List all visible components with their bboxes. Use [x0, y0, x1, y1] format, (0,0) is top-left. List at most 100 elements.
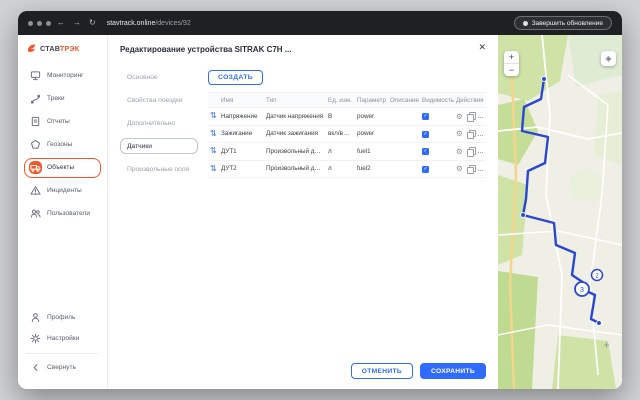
sensor-name: ДУТ1	[219, 143, 264, 161]
sidebar-item-reports[interactable]: Отчеты	[24, 112, 101, 132]
visibility-checkbox[interactable]	[422, 113, 429, 120]
map-canvas[interactable]: 2 3	[498, 35, 622, 389]
create-button[interactable]: СОЗДАТЬ	[208, 70, 263, 85]
col-actions: Действия	[454, 93, 486, 108]
route-point-marker	[597, 321, 602, 326]
refresh-icon[interactable]: ↻	[87, 19, 98, 27]
monitoring-icon	[29, 69, 42, 82]
sidebar-item-profile[interactable]: Профиль	[24, 307, 101, 327]
layers-icon: ◈	[605, 54, 611, 63]
drag-handle-icon[interactable]: ⇅	[210, 164, 217, 173]
sidebar-item-users[interactable]: Пользователи	[24, 204, 101, 224]
table-row[interactable]: ⇅ ДУТ2 Произвольный датчик л fuel2 ⚙	[208, 160, 486, 178]
logo[interactable]: СТАВТРЭК	[24, 43, 101, 64]
window-close-icon[interactable]	[28, 21, 33, 26]
visibility-checkbox[interactable]	[422, 166, 429, 173]
window-minimize-icon[interactable]	[37, 21, 42, 26]
tab-trip-properties[interactable]: Свойства поездки	[120, 92, 198, 108]
svg-text:3: 3	[580, 287, 584, 294]
col-unit: Ед. изм.	[326, 93, 355, 108]
col-description: Описание	[388, 93, 420, 108]
sensor-description	[388, 160, 420, 178]
copy-icon[interactable]	[467, 112, 474, 120]
sidebar-item-objects[interactable]: Объекты	[24, 158, 101, 178]
tab-additional[interactable]: Дополнительно	[120, 115, 198, 131]
col-drag	[208, 93, 219, 108]
visibility-checkbox[interactable]	[422, 148, 429, 155]
sensor-description	[388, 143, 420, 161]
browser-bar: ← → ↻ stavtrack.online/devices/92 Заверш…	[18, 11, 622, 35]
sidebar-item-settings[interactable]: Настройки	[24, 329, 101, 349]
drag-handle-icon[interactable]: ⇅	[210, 111, 217, 120]
address-bar[interactable]: stavtrack.online/devices/92	[107, 20, 191, 27]
window-maximize-icon[interactable]	[46, 21, 51, 26]
visibility-checkbox[interactable]	[422, 131, 429, 138]
sensor-param: power	[355, 108, 388, 126]
zoom-in-button[interactable]: +	[504, 51, 519, 64]
sensor-settings-icon[interactable]: ⚙	[456, 130, 463, 138]
zoom-control: + −	[504, 51, 519, 76]
zoom-out-button[interactable]: −	[504, 64, 519, 76]
route-start-marker	[542, 77, 547, 82]
tracks-icon	[29, 92, 42, 105]
sensor-unit: л	[326, 143, 355, 161]
modal-title: Редактирование устройства SITRAK C7H ...	[120, 45, 486, 54]
sensor-unit: вкл/выкл	[326, 125, 355, 143]
sensor-settings-icon[interactable]: ⚙	[456, 148, 463, 156]
sidebar-item-tracks[interactable]: Треки	[24, 89, 101, 109]
sidebar-item-monitoring[interactable]: Мониторинг	[24, 66, 101, 86]
browser-window: ← → ↻ stavtrack.online/devices/92 Заверш…	[18, 11, 622, 389]
drag-handle-icon[interactable]: ⇅	[210, 129, 217, 138]
copy-icon[interactable]	[467, 147, 474, 155]
cancel-button[interactable]: ОТМЕНИТЬ	[351, 363, 413, 379]
brand-icon	[26, 43, 37, 54]
sensor-unit: л	[326, 160, 355, 178]
objects-icon	[29, 161, 42, 174]
col-name: Имя	[219, 93, 264, 108]
device-edit-modal: Редактирование устройства SITRAK C7H ...…	[108, 35, 498, 389]
copy-icon[interactable]	[467, 130, 474, 138]
tab-general[interactable]: Основное	[120, 69, 198, 85]
table-header-row: Имя Тип Ед. изм. Параметр Описание Видим…	[208, 93, 486, 108]
sensor-settings-icon[interactable]: ⚙	[456, 165, 463, 173]
back-icon[interactable]: ←	[55, 19, 67, 27]
tab-custom-fields[interactable]: Произвольные поля	[120, 161, 198, 177]
close-icon[interactable]: ✕	[478, 43, 486, 52]
table-row[interactable]: ⇅ ДУТ1 Произвольный датчик л fuel1 ⚙	[208, 143, 486, 161]
sidebar-divider	[26, 353, 99, 354]
col-param: Параметр	[355, 93, 388, 108]
drag-handle-icon[interactable]: ⇅	[210, 146, 217, 155]
collapse-icon	[29, 361, 42, 374]
col-type: Тип	[264, 93, 326, 108]
finish-update-label: Завершить обновление	[532, 20, 603, 27]
sensor-param: fuel2	[355, 160, 388, 178]
sensor-type: Произвольный датчик	[264, 160, 326, 178]
sensor-param: power	[355, 125, 388, 143]
tab-sensors[interactable]: Датчики	[120, 138, 198, 154]
incidents-icon	[29, 184, 42, 197]
sensor-description	[388, 108, 420, 126]
sensor-name: ДУТ2	[219, 160, 264, 178]
settings-icon	[29, 332, 42, 345]
sensor-unit: В	[326, 108, 355, 126]
save-button[interactable]: СОХРАНИТЬ	[420, 363, 486, 379]
sidebar-item-collapse[interactable]: Свернуть	[24, 358, 101, 378]
modal-tab-list: Основное Свойства поездки Дополнительно …	[120, 66, 198, 178]
sensor-description	[388, 125, 420, 143]
sensor-param: fuel1	[355, 143, 388, 161]
sensor-settings-icon[interactable]: ⚙	[456, 113, 463, 121]
table-row[interactable]: ⇅ Напряжение Датчик напряжения В power ⚙	[208, 108, 486, 126]
layers-button[interactable]: ◈	[601, 51, 616, 66]
sensors-table: Имя Тип Ед. изм. Параметр Описание Видим…	[208, 92, 486, 178]
forward-icon[interactable]: →	[71, 19, 83, 27]
sensor-type: Произвольный датчик	[264, 143, 326, 161]
finish-update-button[interactable]: Завершить обновление	[514, 16, 612, 30]
geozones-icon	[29, 138, 42, 151]
table-row[interactable]: ⇅ Зажигание Датчик зажигания вкл/выкл po…	[208, 125, 486, 143]
map-panel[interactable]: 2 3 + − ◈	[498, 35, 622, 389]
copy-icon[interactable]	[467, 165, 474, 173]
sensor-name: Напряжение	[219, 108, 264, 126]
sidebar-item-incidents[interactable]: Инциденты	[24, 181, 101, 201]
col-visibility: Видимость	[420, 93, 454, 108]
sidebar-item-geozones[interactable]: Геозоны	[24, 135, 101, 155]
